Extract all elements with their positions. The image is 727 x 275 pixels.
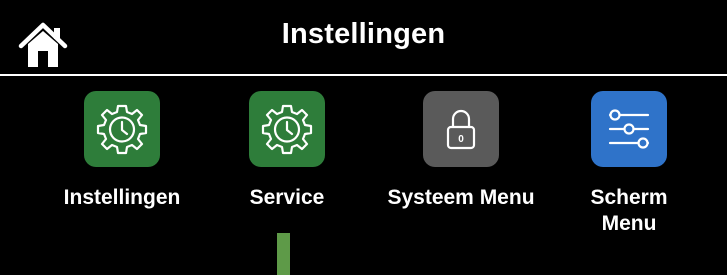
menu-tile-scherm-menu[interactable]: Scherm Menu: [549, 91, 709, 237]
menu-tile-service[interactable]: Service: [207, 91, 367, 211]
scherm-menu-icon-tile: [591, 91, 667, 167]
padlock-icon: 0: [446, 109, 476, 150]
menu-tile-instellingen[interactable]: Instellingen: [42, 91, 202, 211]
page-title: Instellingen: [281, 18, 446, 50]
menu-label-systeem-menu: Systeem Menu: [387, 186, 535, 209]
menu-label-instellingen: Instellingen: [63, 186, 181, 209]
sliders-icon: [608, 109, 650, 149]
header-bar: Instellingen: [0, 0, 727, 76]
menu-label-scherm-menu: Scherm Menu: [590, 186, 668, 235]
service-icon-tile: [249, 91, 325, 167]
lock-code-text: 0: [458, 134, 464, 145]
menu-tile-systeem-menu[interactable]: 0 Systeem Menu: [381, 91, 541, 211]
instellingen-icon-tile: [84, 91, 160, 167]
gear-clock-icon: [261, 104, 313, 155]
selection-indicator-bar: [277, 233, 290, 275]
menu-label-service: Service: [249, 186, 325, 209]
gear-clock-icon: [96, 104, 148, 155]
systeem-menu-icon-tile: 0: [423, 91, 499, 167]
